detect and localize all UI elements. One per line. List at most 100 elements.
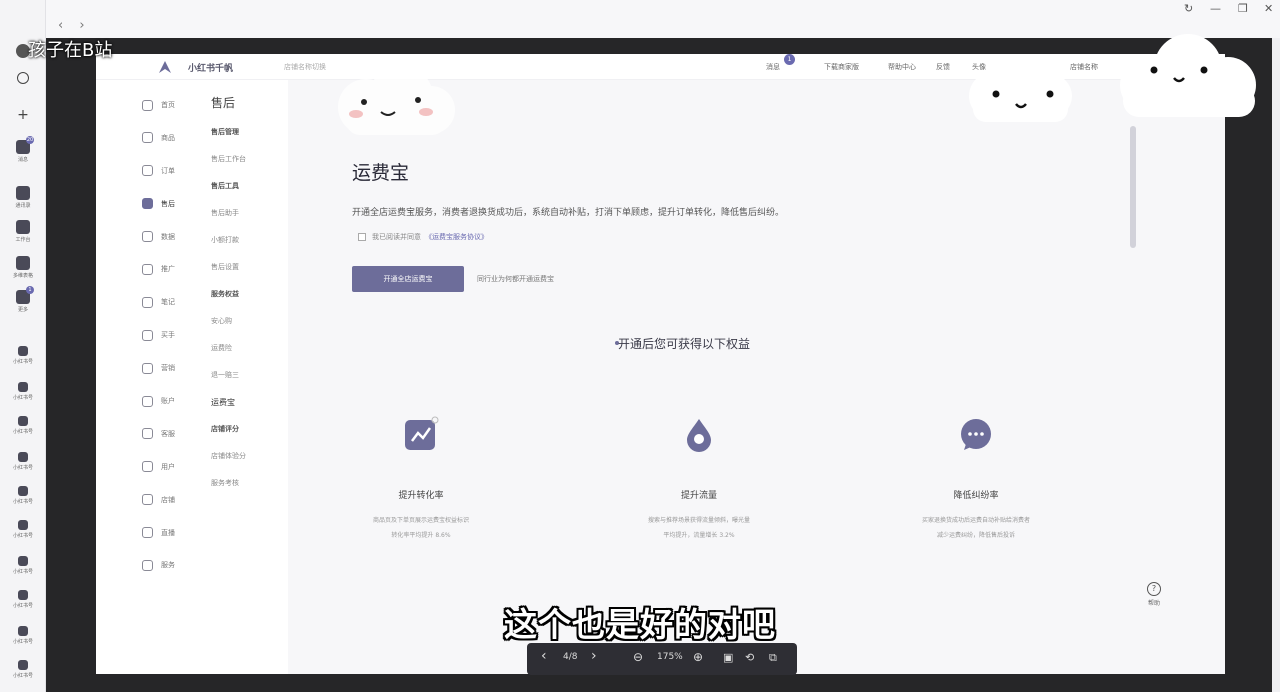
main-nav-aftersale[interactable]: 售后 xyxy=(142,193,202,215)
maximize-button[interactable]: ❐ xyxy=(1238,2,1248,15)
rail-app[interactable]: 小红书号 xyxy=(0,486,46,505)
zoom-level: 175% xyxy=(657,652,683,662)
video-watermark: 孩子在B站 xyxy=(28,40,113,61)
main-nav-notes[interactable]: 笔记 xyxy=(142,291,202,313)
prev-page-button[interactable]: ‹ xyxy=(541,648,547,664)
feedback-link[interactable]: 反馈 xyxy=(936,62,950,72)
agreement-row: 我已阅读并同意 《运费宝服务协议》 xyxy=(358,232,488,242)
rail-search-icon[interactable] xyxy=(0,72,46,84)
main-nav: 首页 商品 订单 售后 数据 推广 笔记 买手 营销 账户 客服 用户 店铺 直… xyxy=(142,94,202,587)
benefits-title: 开通后您可获得以下权益 xyxy=(618,337,751,351)
agreement-link[interactable]: 《运费宝服务协议》 xyxy=(425,232,488,242)
main-nav-products[interactable]: 商品 xyxy=(142,127,202,149)
sub-nav-item[interactable]: 运费险 xyxy=(211,335,291,362)
sub-nav-item[interactable]: 售后设置 xyxy=(211,254,291,281)
scrollbar[interactable] xyxy=(1130,126,1136,248)
sub-nav-group[interactable]: 服务权益 xyxy=(211,281,291,308)
content-area: 运费宝 开通全店运费宝服务，消费者退换货成功后，系统自动补贴，打消下单顾虑，提升… xyxy=(288,80,1225,674)
video-subtitle: 这个也是好的对吧 xyxy=(504,605,776,644)
sub-nav-item[interactable]: 售后工作台 xyxy=(211,146,291,173)
store-switcher[interactable]: 店铺名称切换 xyxy=(284,62,326,72)
main-nav-data[interactable]: 数据 xyxy=(142,226,202,248)
messages-link[interactable]: 消息 xyxy=(766,62,780,72)
sub-nav-item[interactable]: 小额打款 xyxy=(211,227,291,254)
main-nav-services[interactable]: 服务 xyxy=(142,554,202,576)
cloud-sticker-icon xyxy=(338,65,455,135)
main-nav-account[interactable]: 账户 xyxy=(142,390,202,412)
zoom-out-icon[interactable]: ⊖ xyxy=(633,650,643,664)
sub-nav-group[interactable]: 店铺评分 xyxy=(211,416,291,443)
users-icon xyxy=(142,461,153,473)
main-nav-buyer[interactable]: 买手 xyxy=(142,324,202,346)
rail-app[interactable]: 小红书号 xyxy=(0,346,46,365)
rail-app[interactable]: 小红书号 xyxy=(0,556,46,575)
page-title: 运费宝 xyxy=(352,162,410,184)
agree-checkbox[interactable] xyxy=(358,233,366,241)
rotate-icon[interactable]: ⟲ xyxy=(745,651,754,664)
aftersale-icon xyxy=(142,198,153,210)
cloud-sticker-icon xyxy=(969,54,1072,122)
copy-icon[interactable]: ⧉ xyxy=(769,651,777,665)
rail-item-messages[interactable]: 20 消息 xyxy=(0,136,46,163)
viewer-edge xyxy=(1272,38,1280,692)
sub-nav-group[interactable]: 售后工具 xyxy=(211,173,291,200)
rail-item-more[interactable]: 1 更多 xyxy=(0,286,46,313)
sub-nav-item-active[interactable]: 运费宝 xyxy=(211,389,291,416)
sub-nav-item[interactable]: 店铺体验分 xyxy=(211,443,291,470)
help-center-link[interactable]: 帮助中心 xyxy=(888,62,916,72)
sub-nav-item[interactable]: 售后助手 xyxy=(211,200,291,227)
main-nav-users[interactable]: 用户 xyxy=(142,456,202,478)
home-icon xyxy=(142,99,153,111)
why-open-link[interactable]: 同行业为何都开通运费宝 xyxy=(477,274,554,284)
viewer-toolbar: ‹ 4/8 › ⊖ 175% ⊕ ▣ ⟲ ⧉ xyxy=(527,643,797,675)
rail-app[interactable]: 小红书号 xyxy=(0,660,46,679)
data-icon xyxy=(142,231,153,243)
benefit-card: 降低纠纷率 买家退换货成功后运费自动补贴给消费者 减少运费纠纷，降低售后投诉 xyxy=(876,416,1076,543)
next-page-button[interactable]: › xyxy=(591,648,597,664)
left-rail: + 20 消息 通讯录 工作台 多维表格 1 更多 小红书号 小红书号 小红书号 小… xyxy=(0,0,46,692)
main-nav-service[interactable]: 客服 xyxy=(142,423,202,445)
main-nav-marketing[interactable]: 营销 xyxy=(142,357,202,379)
agree-text: 我已阅读并同意 xyxy=(372,233,421,241)
sub-nav-item[interactable]: 服务考核 xyxy=(211,470,291,497)
buyer-icon xyxy=(142,329,153,341)
rail-item-tables[interactable]: 多维表格 xyxy=(0,256,46,279)
main-nav-home[interactable]: 首页 xyxy=(142,94,202,116)
rail-app[interactable]: 小红书号 xyxy=(0,416,46,435)
account-icon xyxy=(142,395,153,407)
forward-button[interactable]: › xyxy=(79,18,84,33)
back-button[interactable]: ‹ xyxy=(58,18,63,33)
main-nav-orders[interactable]: 订单 xyxy=(142,160,202,182)
marketing-icon xyxy=(142,362,153,374)
open-service-button[interactable]: 开通全店运费宝 xyxy=(352,266,464,292)
chat-icon xyxy=(961,419,991,450)
rail-app[interactable]: 小红书号 xyxy=(0,452,46,471)
rail-item-workbench[interactable]: 工作台 xyxy=(0,220,46,243)
main-nav-store[interactable]: 店铺 xyxy=(142,489,202,511)
rail-app[interactable]: 小红书号 xyxy=(0,382,46,401)
main-nav-live[interactable]: 直播 xyxy=(142,522,202,544)
rail-add-icon[interactable]: + xyxy=(0,104,46,123)
sub-nav-item[interactable]: 安心购 xyxy=(211,308,291,335)
history-icon[interactable]: ↻ xyxy=(1184,2,1193,15)
download-app-link[interactable]: 下载商家版 xyxy=(824,62,859,72)
window-titlebar: ↻ — ❐ ✕ xyxy=(46,0,1280,38)
minimize-button[interactable]: — xyxy=(1210,2,1221,15)
store-icon xyxy=(142,494,153,506)
page-indicator: 4/8 xyxy=(563,652,578,662)
merchant-page: 小红书千帆 店铺名称切换 消息 1 下载商家版 帮助中心 反馈 头像 店铺名称 … xyxy=(96,54,1225,674)
product-icon xyxy=(142,132,153,144)
question-icon: ? xyxy=(1147,582,1161,596)
order-icon xyxy=(142,165,153,177)
sub-nav-item[interactable]: 退一赔三 xyxy=(211,362,291,389)
service-icon xyxy=(142,428,153,440)
sub-nav-group[interactable]: 售后管理 xyxy=(211,119,291,146)
rail-app[interactable]: 小红书号 xyxy=(0,520,46,539)
chart-icon xyxy=(405,416,439,450)
rail-item-contacts[interactable]: 通讯录 xyxy=(0,186,46,209)
drop-icon xyxy=(687,419,711,452)
main-nav-promotion[interactable]: 推广 xyxy=(142,258,202,280)
fit-page-icon[interactable]: ▣ xyxy=(723,651,733,664)
close-button[interactable]: ✕ xyxy=(1264,2,1273,15)
zoom-in-icon[interactable]: ⊕ xyxy=(693,650,703,664)
